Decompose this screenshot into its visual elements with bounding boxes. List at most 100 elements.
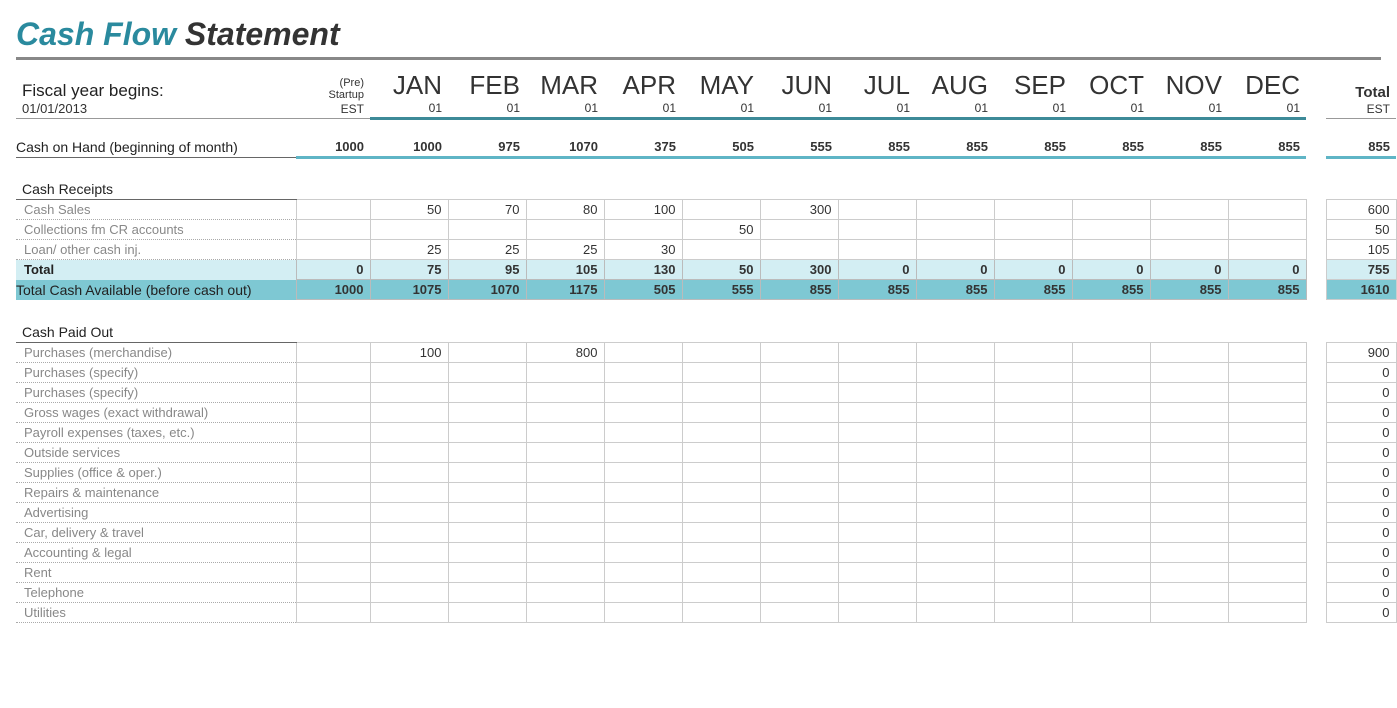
paidout-cell[interactable] — [296, 502, 370, 522]
receipts-cell[interactable] — [448, 220, 526, 240]
paidout-cell[interactable] — [296, 422, 370, 442]
paidout-cell[interactable] — [682, 362, 760, 382]
paidout-cell[interactable] — [296, 602, 370, 622]
paidout-cell[interactable] — [760, 402, 838, 422]
paidout-cell[interactable] — [448, 402, 526, 422]
paidout-cell[interactable] — [760, 542, 838, 562]
paidout-cell[interactable] — [1150, 342, 1228, 362]
paidout-cell[interactable] — [604, 422, 682, 442]
cash-on-hand-value[interactable]: 975 — [448, 137, 526, 158]
receipts-cell[interactable] — [760, 240, 838, 260]
paidout-cell[interactable] — [682, 542, 760, 562]
receipts-cell[interactable] — [760, 220, 838, 240]
paidout-cell[interactable] — [296, 442, 370, 462]
paidout-cell[interactable] — [838, 422, 916, 442]
paidout-cell[interactable] — [296, 522, 370, 542]
paidout-cell[interactable] — [1228, 542, 1306, 562]
paidout-cell[interactable] — [994, 362, 1072, 382]
paidout-cell[interactable] — [1150, 562, 1228, 582]
paidout-cell[interactable] — [604, 542, 682, 562]
paidout-cell[interactable] — [1228, 362, 1306, 382]
paidout-cell[interactable] — [1150, 362, 1228, 382]
paidout-cell[interactable] — [526, 562, 604, 582]
paidout-cell[interactable] — [604, 362, 682, 382]
paidout-cell[interactable] — [1228, 442, 1306, 462]
paidout-cell[interactable] — [838, 522, 916, 542]
paidout-cell[interactable] — [682, 442, 760, 462]
paidout-cell[interactable] — [526, 442, 604, 462]
paidout-cell[interactable] — [1228, 342, 1306, 362]
paidout-cell[interactable] — [526, 382, 604, 402]
paidout-cell[interactable] — [370, 422, 448, 442]
receipts-cell[interactable] — [296, 220, 370, 240]
paidout-cell[interactable] — [1228, 602, 1306, 622]
paidout-cell[interactable] — [370, 502, 448, 522]
paidout-cell[interactable] — [604, 402, 682, 422]
cash-on-hand-value[interactable]: 1000 — [370, 137, 448, 158]
paidout-cell[interactable] — [916, 582, 994, 602]
paidout-cell[interactable] — [1228, 482, 1306, 502]
receipts-cell[interactable] — [1072, 200, 1150, 220]
paidout-cell[interactable] — [1072, 342, 1150, 362]
receipts-cell[interactable]: 100 — [604, 200, 682, 220]
paidout-cell[interactable] — [370, 462, 448, 482]
receipts-cell[interactable] — [994, 220, 1072, 240]
paidout-cell[interactable] — [370, 362, 448, 382]
paidout-cell[interactable] — [838, 342, 916, 362]
paidout-cell[interactable] — [682, 402, 760, 422]
receipts-cell[interactable] — [1072, 220, 1150, 240]
paidout-cell[interactable] — [526, 462, 604, 482]
cash-on-hand-value[interactable]: 1070 — [526, 137, 604, 158]
paidout-cell[interactable] — [1072, 602, 1150, 622]
paidout-cell[interactable] — [994, 562, 1072, 582]
receipts-cell[interactable] — [916, 220, 994, 240]
paidout-cell[interactable] — [604, 522, 682, 542]
receipts-cell[interactable] — [838, 200, 916, 220]
paidout-cell[interactable] — [916, 562, 994, 582]
paidout-cell[interactable] — [448, 342, 526, 362]
receipts-cell[interactable] — [1228, 220, 1306, 240]
cash-on-hand-value[interactable]: 855 — [1228, 137, 1306, 158]
paidout-cell[interactable] — [1072, 502, 1150, 522]
paidout-cell[interactable] — [1150, 422, 1228, 442]
paidout-cell[interactable] — [994, 342, 1072, 362]
paidout-cell[interactable] — [916, 602, 994, 622]
paidout-cell[interactable] — [296, 542, 370, 562]
paidout-cell[interactable] — [838, 542, 916, 562]
paidout-cell[interactable] — [296, 402, 370, 422]
paidout-cell[interactable] — [1228, 462, 1306, 482]
paidout-cell[interactable] — [760, 602, 838, 622]
receipts-cell[interactable] — [1228, 240, 1306, 260]
paidout-cell[interactable] — [296, 362, 370, 382]
paidout-cell[interactable] — [916, 422, 994, 442]
paidout-cell[interactable] — [838, 582, 916, 602]
paidout-cell[interactable] — [760, 342, 838, 362]
paidout-cell[interactable] — [682, 602, 760, 622]
paidout-cell[interactable] — [1150, 482, 1228, 502]
paidout-cell[interactable] — [1072, 462, 1150, 482]
paidout-cell[interactable]: 100 — [370, 342, 448, 362]
paidout-cell[interactable] — [526, 522, 604, 542]
paidout-cell[interactable] — [838, 462, 916, 482]
paidout-cell[interactable] — [1150, 462, 1228, 482]
receipts-cell[interactable] — [526, 220, 604, 240]
paidout-cell[interactable] — [1072, 542, 1150, 562]
paidout-cell[interactable] — [1150, 602, 1228, 622]
paidout-cell[interactable] — [760, 362, 838, 382]
paidout-cell[interactable] — [1072, 562, 1150, 582]
paidout-cell[interactable] — [526, 602, 604, 622]
paidout-cell[interactable] — [526, 542, 604, 562]
paidout-cell[interactable] — [994, 582, 1072, 602]
receipts-cell[interactable]: 25 — [370, 240, 448, 260]
receipts-cell[interactable] — [682, 240, 760, 260]
receipts-cell[interactable] — [994, 240, 1072, 260]
paidout-cell[interactable] — [682, 482, 760, 502]
receipts-cell[interactable] — [838, 240, 916, 260]
paidout-cell[interactable] — [604, 482, 682, 502]
receipts-cell[interactable]: 80 — [526, 200, 604, 220]
paidout-cell[interactable] — [916, 362, 994, 382]
paidout-cell[interactable] — [838, 362, 916, 382]
paidout-cell[interactable] — [994, 502, 1072, 522]
paidout-cell[interactable] — [526, 422, 604, 442]
paidout-cell[interactable] — [916, 382, 994, 402]
